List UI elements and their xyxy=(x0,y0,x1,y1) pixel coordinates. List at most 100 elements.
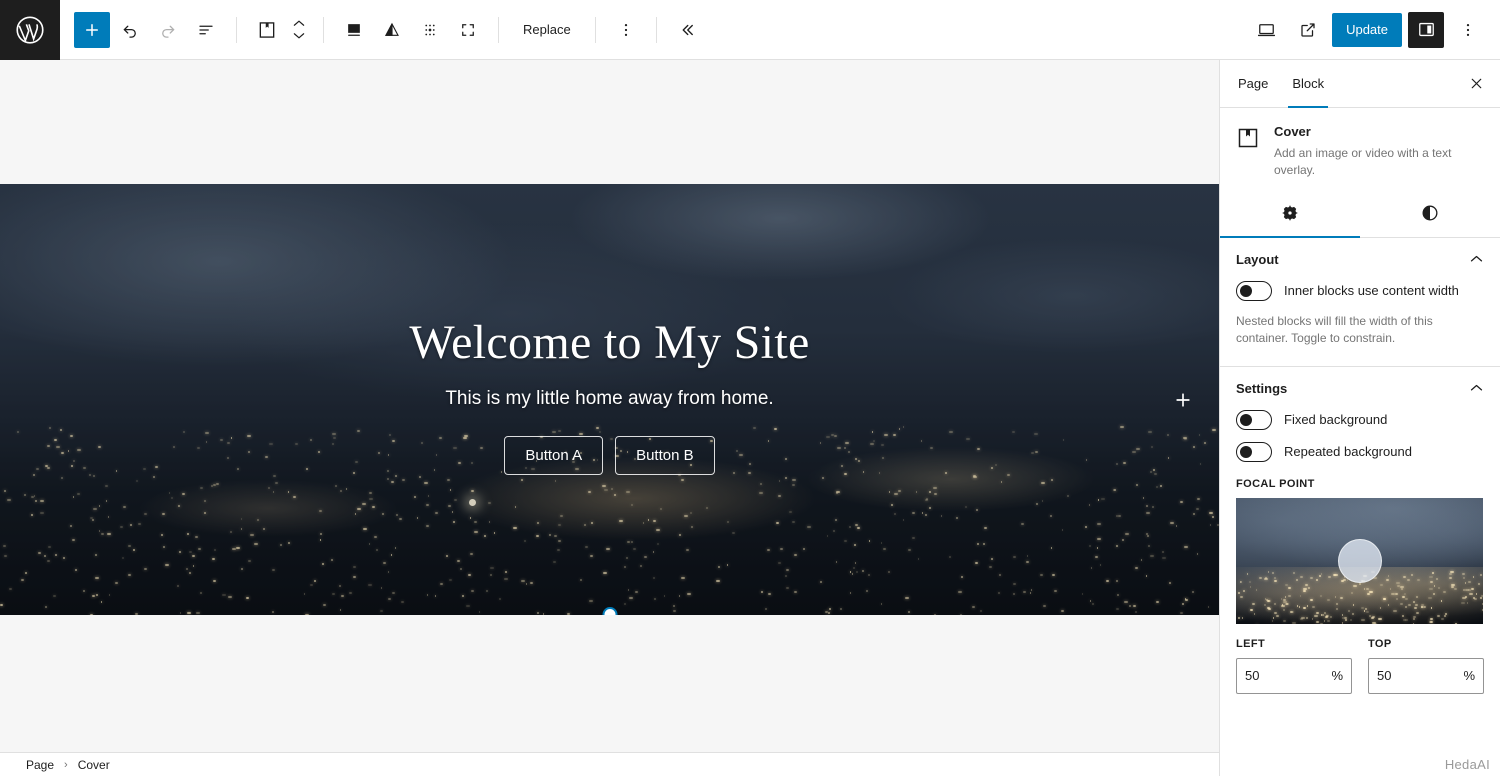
repeated-background-label: Repeated background xyxy=(1284,444,1412,459)
chevron-up-icon[interactable] xyxy=(1469,383,1484,393)
settings-sidebar-toggle-button[interactable] xyxy=(1408,12,1444,48)
watermark: HedaAI xyxy=(1445,757,1490,772)
wordpress-block-editor: Replace xyxy=(0,0,1500,776)
settings-panel-title: Settings xyxy=(1236,381,1287,396)
contrast-icon xyxy=(1420,203,1440,223)
replace-button[interactable]: Replace xyxy=(511,12,583,48)
toolbar-divider-5 xyxy=(656,17,657,43)
gear-icon xyxy=(1280,203,1300,223)
more-vertical-icon xyxy=(617,21,635,39)
block-info-text: Cover Add an image or video with a text … xyxy=(1274,124,1484,180)
block-info: Cover Add an image or video with a text … xyxy=(1220,108,1500,190)
undo-button[interactable] xyxy=(112,12,148,48)
repeated-background-toggle[interactable] xyxy=(1236,442,1272,462)
fixed-background-toggle[interactable] xyxy=(1236,410,1272,430)
block-appender-button[interactable] xyxy=(1171,388,1195,412)
inner-blocks-content-width-label: Inner blocks use content width xyxy=(1284,283,1459,298)
tab-settings[interactable] xyxy=(1220,190,1360,237)
focal-top-input[interactable]: 50 % xyxy=(1368,658,1484,694)
toolbar-divider-3 xyxy=(498,17,499,43)
focal-point-picker[interactable] xyxy=(1236,498,1483,624)
layout-panel-header[interactable]: Layout xyxy=(1236,252,1484,267)
settings-sidebar: Page Block Cover Add an image or video w… xyxy=(1219,60,1500,776)
sidebar-icon-tabs xyxy=(1220,190,1500,238)
focal-point-handle-icon[interactable] xyxy=(1338,539,1382,583)
focal-top-label: TOP xyxy=(1368,638,1484,650)
focal-top-unit: % xyxy=(1463,668,1475,683)
external-link-icon[interactable] xyxy=(1290,12,1326,48)
cover-heading[interactable]: Welcome to My Site xyxy=(409,315,809,370)
desktop-view-icon[interactable] xyxy=(1248,12,1284,48)
block-more-options-button[interactable] xyxy=(608,12,644,48)
toggle-knob xyxy=(1240,446,1252,458)
toolbar-left-group: Replace xyxy=(60,0,705,60)
close-sidebar-button[interactable] xyxy=(1458,66,1494,102)
editor-toolbar: Replace xyxy=(0,0,1500,60)
layout-help-text: Nested blocks will fill the width of thi… xyxy=(1236,313,1484,348)
plus-icon xyxy=(1173,390,1193,410)
triangle-icon[interactable] xyxy=(374,12,410,48)
move-block-buttons[interactable] xyxy=(287,12,311,48)
cover-button-a[interactable]: Button A xyxy=(504,436,603,475)
tab-styles[interactable] xyxy=(1360,190,1500,237)
repeated-background-row: Repeated background xyxy=(1236,442,1484,462)
cover-buttons-group: Button A Button B xyxy=(504,436,714,475)
focal-left-field: LEFT 50 % xyxy=(1236,638,1352,694)
focal-point-label: FOCAL POINT xyxy=(1236,478,1484,490)
block-title: Cover xyxy=(1274,124,1484,139)
cover-block[interactable]: Welcome to My Site This is my little hom… xyxy=(0,184,1219,615)
more-vertical-icon xyxy=(1459,21,1477,39)
chevron-up-icon xyxy=(292,19,306,28)
sidebar-toggle-icon xyxy=(1417,20,1436,39)
layout-panel-title: Layout xyxy=(1236,252,1279,267)
focal-point-inputs: LEFT 50 % TOP 50 % xyxy=(1236,638,1484,694)
sidebar-tabs: Page Block xyxy=(1220,60,1500,108)
breadcrumb-item-cover[interactable]: Cover xyxy=(78,758,110,772)
breadcrumb-separator: › xyxy=(64,759,68,771)
breadcrumb: Page › Cover xyxy=(0,752,1219,776)
focal-left-value: 50 xyxy=(1245,668,1331,683)
focal-left-input[interactable]: 50 % xyxy=(1236,658,1352,694)
tab-block[interactable]: Block xyxy=(1280,60,1336,108)
close-icon xyxy=(1468,75,1485,92)
focal-left-unit: % xyxy=(1331,668,1343,683)
wordpress-logo-icon[interactable] xyxy=(0,0,60,60)
redo-button[interactable] xyxy=(150,12,186,48)
focal-top-value: 50 xyxy=(1377,668,1463,683)
toggle-knob xyxy=(1240,285,1252,297)
cover-button-b[interactable]: Button B xyxy=(615,436,715,475)
breadcrumb-item-page[interactable]: Page xyxy=(26,758,54,772)
add-block-button[interactable] xyxy=(74,12,110,48)
inner-blocks-content-width-toggle[interactable] xyxy=(1236,281,1272,301)
cover-content: Welcome to My Site This is my little hom… xyxy=(0,184,1219,615)
drag-handle-icon[interactable] xyxy=(412,12,448,48)
toolbar-divider-2 xyxy=(323,17,324,43)
list-view-button[interactable] xyxy=(188,12,224,48)
align-icon[interactable] xyxy=(336,12,372,48)
cover-block-icon xyxy=(1236,126,1260,150)
layout-panel: Layout Inner blocks use content width Ne… xyxy=(1220,238,1500,367)
toggle-knob xyxy=(1240,414,1252,426)
inner-blocks-content-width-row: Inner blocks use content width xyxy=(1236,281,1484,301)
cover-resize-handle[interactable] xyxy=(602,607,617,615)
cover-subheading[interactable]: This is my little home away from home. xyxy=(445,388,773,410)
editor-options-button[interactable] xyxy=(1450,12,1486,48)
toolbar-divider xyxy=(236,17,237,43)
toolbar-right-group: Update xyxy=(1248,12,1500,48)
fixed-background-row: Fixed background xyxy=(1236,410,1484,430)
toolbar-divider-4 xyxy=(595,17,596,43)
crop-icon[interactable] xyxy=(450,12,486,48)
chevron-up-icon[interactable] xyxy=(1469,254,1484,264)
editor-canvas[interactable]: Welcome to My Site This is my little hom… xyxy=(0,60,1219,752)
block-description: Add an image or video with a text overla… xyxy=(1274,145,1484,180)
tab-page[interactable]: Page xyxy=(1226,60,1280,108)
fixed-background-label: Fixed background xyxy=(1284,412,1387,427)
chevron-double-left-icon xyxy=(678,21,696,39)
focal-top-field: TOP 50 % xyxy=(1368,638,1484,694)
collapse-toolbar-button[interactable] xyxy=(669,12,705,48)
settings-panel-header[interactable]: Settings xyxy=(1236,381,1484,396)
update-button[interactable]: Update xyxy=(1332,13,1402,47)
focal-left-label: LEFT xyxy=(1236,638,1352,650)
settings-panel: Settings Fixed background Repeated backg… xyxy=(1220,367,1500,712)
cover-block-icon[interactable] xyxy=(249,12,285,48)
